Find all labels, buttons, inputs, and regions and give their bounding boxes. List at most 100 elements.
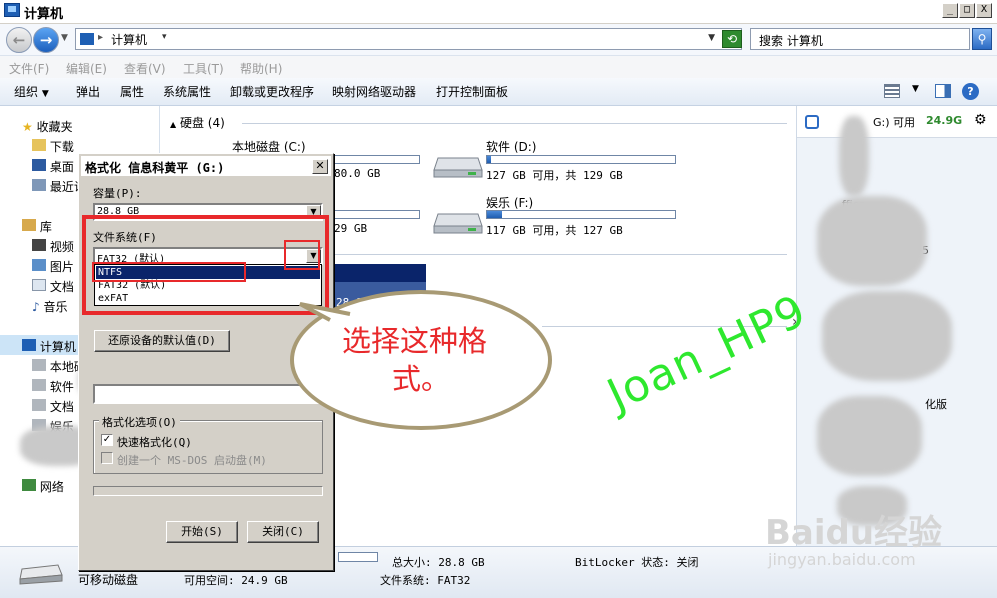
close-button[interactable]: X — [976, 3, 992, 18]
computer-icon — [22, 339, 36, 351]
open-control-panel-button[interactable]: 打开控制面板 — [436, 83, 508, 100]
uninstall-button[interactable]: 卸载或更改程序 — [230, 83, 314, 100]
drive-item-f[interactable]: 娱乐 (F:) 117 GB 可用，共 127 GB — [484, 192, 684, 238]
star-icon: ★ — [22, 120, 33, 134]
preview-header: G:) 可用 24.9G ⚙ — [797, 106, 997, 138]
nav-item-videos[interactable]: 视频 — [32, 238, 74, 255]
nav-network[interactable]: 网络 — [22, 478, 64, 495]
menu-help[interactable]: 帮助(H) — [240, 60, 282, 77]
chevron-down-icon[interactable]: ▼ — [61, 33, 68, 43]
map-network-drive-button[interactable]: 映射网络驱动器 — [332, 83, 416, 100]
shield-icon — [805, 115, 819, 129]
nav-item-drive-e[interactable]: 文档 — [32, 398, 74, 415]
address-history-icon[interactable]: ▼ — [708, 33, 715, 43]
menu-view[interactable]: 查看(V) — [124, 60, 166, 77]
start-button[interactable]: 开始(S) — [166, 521, 238, 543]
nav-item-label: 音乐 — [43, 300, 68, 314]
drive-icon — [32, 359, 46, 371]
forward-button[interactable]: → — [33, 27, 59, 53]
restore-defaults-button[interactable]: 还原设备的默认值(D) — [94, 330, 230, 352]
drive-icon — [32, 379, 46, 391]
dialog-titlebar: 格式化 信息科黄平 (G:) ✕ — [81, 156, 331, 176]
menu-bar: 文件(F) 编辑(E) 查看(V) 工具(T) 帮助(H) — [0, 56, 997, 78]
refresh-button[interactable]: ⟲ — [722, 30, 742, 48]
organize-label: 组织 — [14, 85, 39, 99]
properties-button[interactable]: 属性 — [120, 83, 144, 100]
quick-format-label: 快速格式化(Q) — [117, 436, 192, 449]
volume-label-input[interactable] — [93, 384, 323, 404]
nav-item-label: 视频 — [49, 240, 74, 254]
divider — [332, 254, 787, 255]
nav-item-documents[interactable]: 文档 — [32, 278, 74, 295]
view-options-icon[interactable] — [884, 84, 900, 98]
preview-free-value: 24.9G — [926, 114, 963, 127]
help-icon[interactable]: ? — [962, 83, 979, 100]
drive-usage-fill — [487, 211, 503, 218]
divider — [242, 123, 787, 124]
chevron-down-icon[interactable]: ▼ — [912, 84, 919, 94]
gear-icon[interactable]: ⚙ — [974, 112, 987, 128]
menu-edit[interactable]: 编辑(E) — [66, 60, 107, 77]
blur-mask — [817, 396, 922, 476]
checkbox-icon — [101, 452, 113, 464]
search-input[interactable]: 搜索 计算机 — [750, 28, 970, 50]
dialog-close-action-button[interactable]: 关闭(C) — [247, 521, 319, 543]
details-usage-bar — [338, 552, 378, 562]
organize-button[interactable]: 组织 ▼ — [14, 83, 49, 100]
hard-drive-icon — [432, 150, 484, 178]
minimize-button[interactable]: _ — [942, 3, 958, 18]
nav-item-desktop[interactable]: 桌面 — [32, 158, 74, 175]
nav-item-drive-d[interactable]: 软件 — [32, 378, 74, 395]
msdos-label: 创建一个 MS-DOS 启动盘(M) — [117, 454, 267, 467]
nav-item-label: 文档 — [49, 280, 74, 294]
system-properties-button[interactable]: 系统属性 — [163, 83, 211, 100]
network-icon — [22, 479, 36, 491]
nav-computer[interactable]: 计算机 — [22, 338, 76, 355]
menu-file[interactable]: 文件(F) — [9, 60, 49, 77]
callout-text-line2: 式。 — [392, 362, 451, 396]
nav-item-downloads[interactable]: 下载 — [32, 138, 74, 155]
details-name: 可移动磁盘 — [78, 573, 139, 587]
menu-tools[interactable]: 工具(T) — [183, 60, 224, 77]
format-options-label: 格式化选项(O) — [99, 414, 180, 430]
nav-item-label: 图片 — [49, 260, 74, 274]
highlight-box-arrow — [284, 240, 320, 270]
nav-item-music[interactable]: ♪ 音乐 — [32, 298, 68, 315]
address-bar-row: ← → ▼ ▸ 计算机 ▾ ▼ ⟲ 搜索 计算机 ⚲ — [0, 24, 997, 56]
drive-name: 娱乐 (F:) — [486, 196, 534, 210]
breadcrumb[interactable]: 计算机 — [111, 31, 147, 48]
dialog-title: 格式化 信息科黄平 (G:) — [85, 161, 225, 175]
preview-pane-icon[interactable] — [935, 84, 951, 98]
search-placeholder: 搜索 计算机 — [759, 34, 823, 48]
baidu-url: jingyan.baidu.com — [768, 550, 916, 569]
highlight-box-ntfs — [92, 262, 246, 282]
removable-drive-icon — [18, 563, 64, 585]
chevron-down-icon[interactable]: ▾ — [162, 32, 167, 42]
address-field[interactable]: ▸ 计算机 ▾ ▼ — [75, 28, 742, 50]
details-bitlocker: BitLocker 状态: 关闭 — [575, 556, 699, 569]
eject-button[interactable]: 弹出 — [76, 83, 100, 100]
nav-favorites-label: 收藏夹 — [36, 120, 73, 134]
chevron-right-icon[interactable]: ▸ — [98, 32, 103, 43]
drive-usage-bar — [486, 155, 676, 164]
capacity-label: 容量(P): — [93, 187, 142, 200]
drive-space-text: 80.0 GB — [334, 167, 381, 180]
nav-item-label: 软件 — [49, 380, 74, 394]
maximize-button[interactable]: □ — [959, 3, 975, 18]
nav-libraries[interactable]: 库 — [22, 218, 52, 235]
nav-item-pictures[interactable]: 图片 — [32, 258, 74, 275]
checkbox-checked-icon: ✓ — [101, 434, 113, 446]
chevron-down-icon: ▲ — [170, 120, 177, 129]
back-button[interactable]: ← — [6, 27, 32, 53]
picture-icon — [32, 259, 46, 271]
preview-pane: G:) 可用 24.9G ⚙ ffice 5 化版 — [796, 106, 997, 546]
search-icon[interactable]: ⚲ — [972, 28, 992, 50]
blur-mask — [817, 196, 927, 286]
dialog-close-button[interactable]: ✕ — [312, 159, 328, 174]
group-header-hdd[interactable]: ▲ 硬盘 (4) — [170, 114, 225, 131]
nav-favorites[interactable]: ★ 收藏夹 — [22, 118, 73, 135]
command-bar: 组织 ▼ 弹出 属性 系统属性 卸载或更改程序 映射网络驱动器 打开控制面板 ▼… — [0, 78, 997, 106]
desktop-icon — [32, 159, 46, 171]
baidu-logo: Baidu经验 — [765, 513, 943, 553]
drive-item-d[interactable]: 软件 (D:) 127 GB 可用，共 129 GB — [484, 136, 684, 182]
